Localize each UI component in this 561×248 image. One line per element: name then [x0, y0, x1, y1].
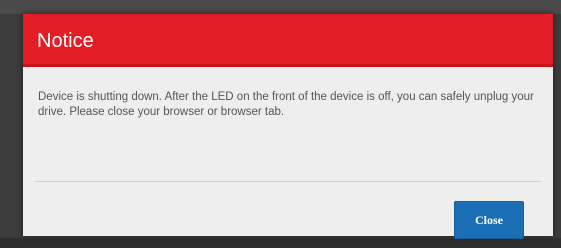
close-button[interactable]: Close	[454, 201, 524, 239]
notice-dialog: Notice Device is shutting down. After th…	[23, 14, 553, 239]
dialog-header: Notice	[23, 14, 553, 67]
dialog-message: Device is shutting down. After the LED o…	[38, 91, 534, 118]
backdrop-top	[0, 0, 561, 14]
dialog-body: Device is shutting down. After the LED o…	[23, 67, 553, 167]
dialog-divider	[35, 181, 541, 182]
dialog-title: Notice	[37, 30, 94, 52]
backdrop-bottom	[0, 238, 561, 248]
